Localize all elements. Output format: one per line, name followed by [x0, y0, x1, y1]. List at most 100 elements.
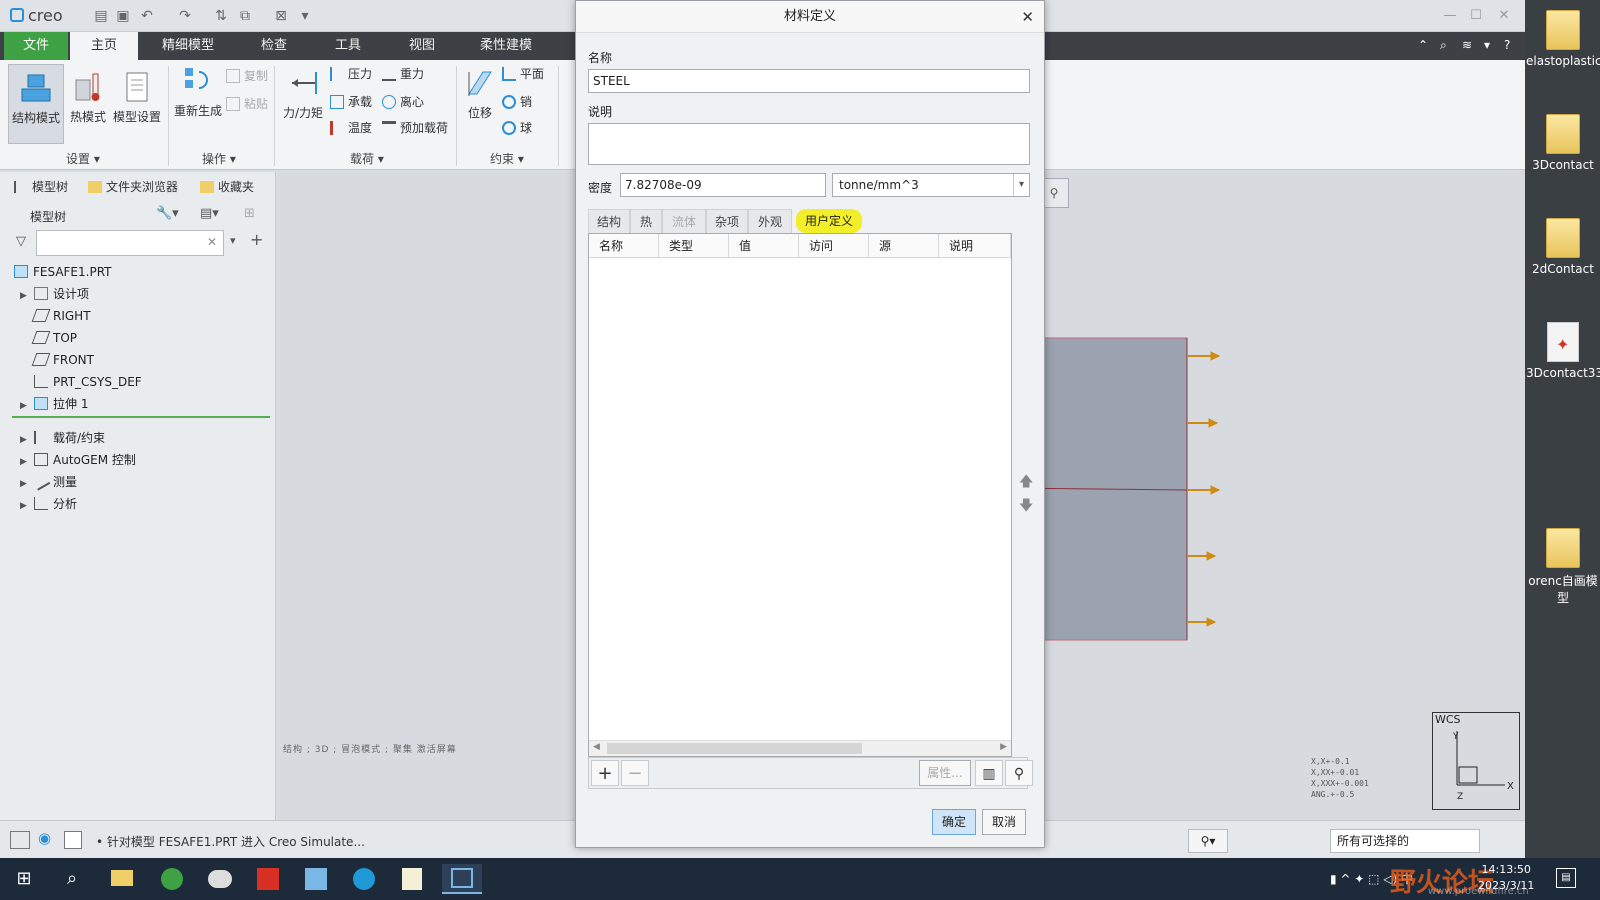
density-input[interactable]: 7.82708e-09 [620, 173, 826, 197]
office-app-icon[interactable] [252, 864, 284, 894]
dropdown-icon[interactable]: ▾ [1484, 38, 1490, 52]
help-icon[interactable]: ? [1504, 38, 1510, 52]
tab-thermal[interactable]: 热 [630, 209, 662, 233]
user-defined-properties-table[interactable]: 名称 类型 值 访问 源 说明 ◀ ▶ [588, 233, 1012, 757]
tree-root[interactable]: FESAFE1.PRT [10, 262, 112, 282]
close-icon[interactable]: ✕ [1494, 7, 1514, 25]
panel-tab-folder-browser[interactable]: 文件夹浏览器 [88, 176, 178, 198]
windows-start-icon[interactable]: ⊞ [8, 864, 40, 894]
tree-filter-icon[interactable]: ⊞ [244, 206, 255, 221]
add-icon[interactable]: + [250, 230, 263, 249]
search-icon[interactable]: ⌕ [56, 864, 88, 894]
edge-browser-icon[interactable] [348, 864, 380, 894]
maximize-icon[interactable]: ☐ [1466, 7, 1486, 25]
selection-filter[interactable]: 所有可选择的 [1330, 829, 1480, 853]
force-moment-button[interactable]: 力/力矩 [280, 66, 326, 121]
expand-icon[interactable]: ▶ [20, 396, 30, 416]
remove-row-button[interactable]: − [621, 760, 649, 786]
column-header-description[interactable]: 说明 [939, 234, 1011, 258]
density-unit-select[interactable]: tonne/mm^3 ▾ [832, 173, 1030, 197]
tab-home[interactable]: 主页 [70, 32, 138, 60]
description-input[interactable] [588, 123, 1030, 165]
scroll-left-icon[interactable]: ◀ [593, 742, 600, 752]
dialog-close-icon[interactable]: ✕ [1021, 8, 1034, 26]
tree-item-csys[interactable]: PRT_CSYS_DEF [30, 372, 142, 392]
desktop-icon-3dcontact33[interactable]: ✦ 3Dcontact33 [1526, 322, 1600, 380]
column-header-source[interactable]: 源 [869, 234, 939, 258]
redo-icon[interactable]: ↷ [176, 7, 194, 25]
tab-structural[interactable]: 结构 [588, 209, 630, 233]
panel-tab-model-tree[interactable]: 模型树 [14, 176, 68, 198]
desktop-icon-elastoplastic[interactable]: elastoplastic [1526, 10, 1600, 68]
group-loads-label[interactable]: 载荷 ▾ [350, 150, 384, 167]
window-icon[interactable]: ⧉ [236, 7, 254, 25]
panel-tab-favorites[interactable]: 收藏夹 [200, 176, 254, 198]
undo-icon[interactable]: ↶ [138, 7, 156, 25]
copy-button[interactable]: 复制 [226, 66, 268, 86]
group-operations-label[interactable]: 操作 ▾ [202, 150, 236, 167]
tree-item-autogem[interactable]: ▶ AutoGEM 控制 [20, 450, 136, 470]
desktop-icon-2dcontact[interactable]: 2dContact [1526, 218, 1600, 276]
search-dropdown-icon[interactable]: ▾ [230, 234, 236, 247]
tree-settings-icon[interactable]: 🔧▾ [156, 206, 179, 221]
paste-button[interactable]: 粘贴 [226, 94, 268, 114]
structure-mode-button[interactable]: 结构模式 [8, 64, 64, 144]
ok-button[interactable]: 确定 [932, 809, 976, 835]
temperature-button[interactable]: 温度 [330, 118, 372, 138]
find-button[interactable]: ⚲ [1005, 760, 1033, 786]
close-window-icon[interactable]: ⊠ [272, 7, 290, 25]
move-up-icon[interactable]: 🡅 [1019, 471, 1033, 495]
move-down-icon[interactable]: 🡇 [1019, 495, 1033, 519]
search-icon[interactable]: ⌕ [1440, 38, 1447, 53]
browser-toggle-icon[interactable]: ◉ [38, 829, 51, 847]
minimize-icon[interactable]: — [1440, 7, 1460, 25]
column-header-access[interactable]: 访问 [799, 234, 869, 258]
add-row-button[interactable]: + [591, 760, 619, 786]
tab-fluid[interactable]: 流体 [662, 209, 706, 233]
pin-constraint-button[interactable]: 销 [502, 92, 532, 112]
bearing-button[interactable]: 承载 [330, 92, 372, 112]
expand-icon[interactable]: ▶ [20, 286, 30, 306]
horizontal-scrollbar[interactable]: ◀ ▶ [589, 740, 1011, 756]
tab-view[interactable]: 视图 [394, 32, 450, 60]
tab-inspect[interactable]: 检查 [246, 32, 302, 60]
regenerate-button[interactable]: 重新生成 [170, 64, 226, 119]
creo-taskbar-icon[interactable] [442, 864, 482, 894]
column-header-name[interactable]: 名称 [589, 234, 659, 258]
notepad-icon[interactable] [396, 864, 428, 894]
tree-item-analyses[interactable]: ▶ 分析 [20, 494, 77, 514]
navigator-toggle-icon[interactable] [10, 831, 30, 849]
scrollbar-thumb[interactable] [607, 743, 862, 754]
paint-app-icon[interactable] [204, 864, 236, 894]
tab-tools[interactable]: 工具 [320, 32, 376, 60]
group-setup-label[interactable]: 设置 ▾ [66, 150, 100, 167]
tab-user-defined[interactable]: 用户定义 [796, 209, 862, 233]
pressure-button[interactable]: 压力 [330, 64, 372, 84]
tree-item-right[interactable]: RIGHT [30, 306, 91, 326]
model-setup-button[interactable]: 模型设置 [110, 70, 164, 125]
desktop-icon-orenc-model[interactable]: orenc自画模型 [1526, 528, 1600, 606]
file-explorer-icon[interactable] [106, 864, 138, 894]
scroll-right-icon[interactable]: ▶ [1000, 742, 1007, 752]
tab-appearance[interactable]: 外观 [748, 209, 792, 233]
chevron-down-icon[interactable]: ▾ [1013, 174, 1029, 196]
centrifugal-button[interactable]: 离心 [382, 92, 424, 112]
learning-icon[interactable]: ≋ [1462, 38, 1472, 52]
expand-icon[interactable]: ▶ [20, 474, 30, 494]
tab-flexible-modeling[interactable]: 柔性建模 [468, 32, 544, 60]
fullscreen-icon[interactable] [64, 831, 82, 849]
ball-constraint-button[interactable]: 球 [502, 118, 532, 138]
customize-dropdown-icon[interactable]: ▾ [296, 7, 314, 25]
save-icon[interactable]: ▣ [114, 7, 132, 25]
gravity-button[interactable]: 重力 [382, 64, 424, 84]
tree-item-front[interactable]: FRONT [30, 350, 94, 370]
collapse-ribbon-icon[interactable]: ⌃ [1418, 38, 1428, 52]
tab-refine-model[interactable]: 精细模型 [150, 32, 226, 60]
tools-app-icon[interactable] [300, 864, 332, 894]
tree-search-input[interactable]: ✕ [36, 230, 224, 256]
tree-item-loads-constraints[interactable]: ▶ 载荷/约束 [20, 428, 105, 448]
app-green-icon[interactable] [156, 864, 188, 894]
column-header-type[interactable]: 类型 [659, 234, 729, 258]
find-icon[interactable]: ⚲▾ [1188, 829, 1228, 853]
column-header-value[interactable]: 值 [729, 234, 799, 258]
